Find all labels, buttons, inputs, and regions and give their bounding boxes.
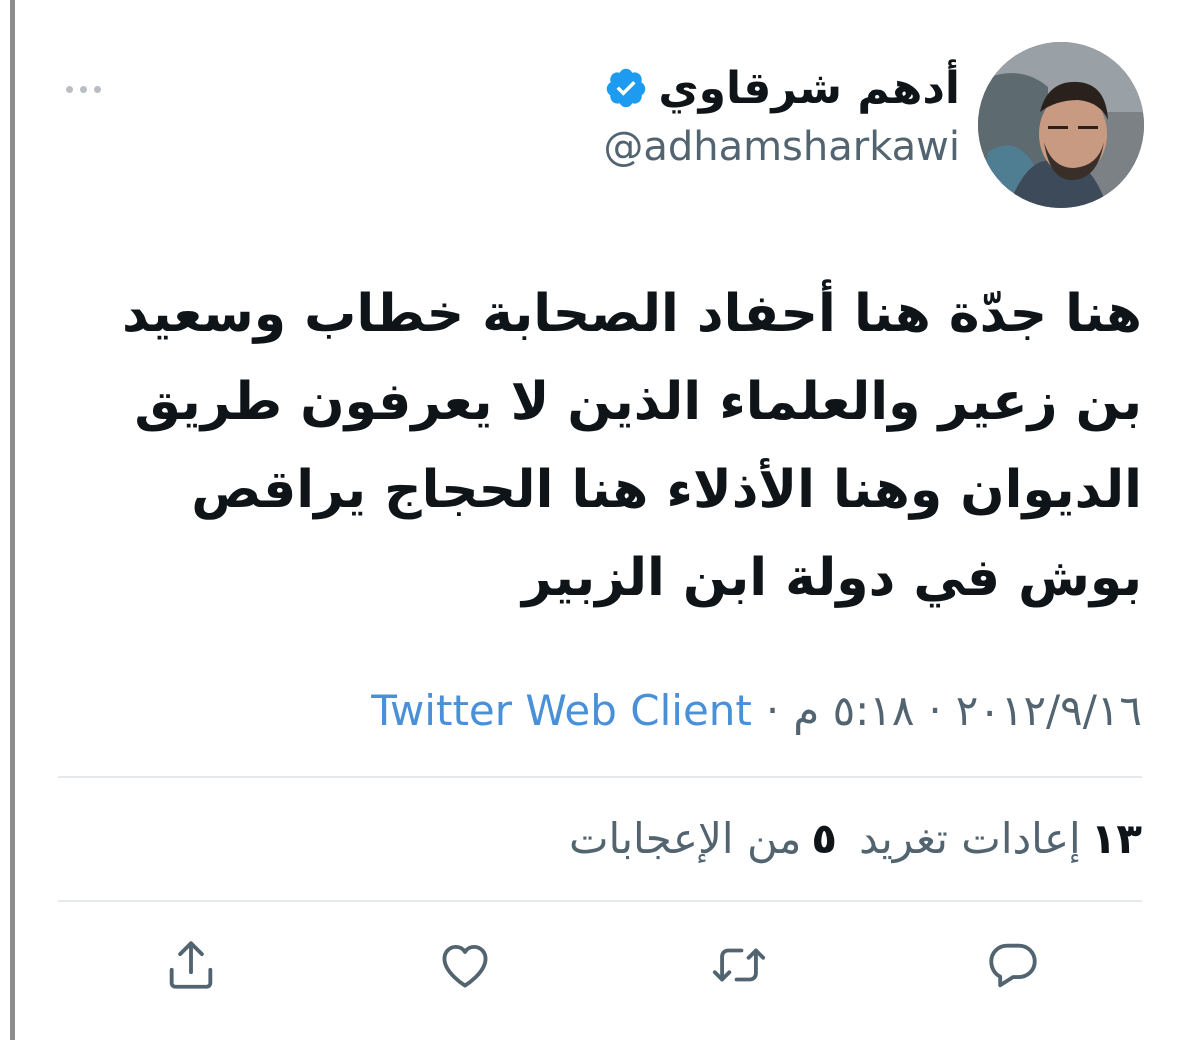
retweet-button[interactable]	[704, 930, 774, 1000]
reply-icon	[989, 943, 1037, 988]
tweet-meta: ٢٠١٢/٩/١٦ · ٥:١٨ م · Twitter Web Client	[371, 680, 1142, 740]
tweet-text-line: بوش في دولة ابن الزبير	[522, 548, 1142, 608]
author-handle[interactable]: @adhamsharkawi	[603, 124, 960, 170]
retweets-stat[interactable]: ١٣ إعادات تغريد	[859, 814, 1142, 863]
divider	[58, 900, 1142, 902]
tweet-text-line: هنا جدّة هنا أحفاد الصحابة خطاب وسعيد	[121, 284, 1142, 344]
tweet-text: هنا جدّة هنا أحفاد الصحابة خطاب وسعيد بن…	[40, 270, 1142, 622]
likes-stat[interactable]: ٥ من الإعجابات	[569, 814, 837, 863]
tweet-actions	[0, 930, 1200, 1000]
divider	[58, 776, 1142, 778]
retweets-label: إعادات تغريد	[859, 813, 1081, 863]
author-name-row: أدهم شرقاوي	[604, 56, 960, 120]
verified-badge-icon	[607, 68, 646, 108]
tweet-text-line: بن زعير والعلماء الذين لا يعرفون طريق	[134, 372, 1142, 432]
tweet-text-line: الديوان وهنا الأذلاء هنا الحجاج يراقص	[191, 460, 1142, 520]
tweet-time[interactable]: ٥:١٨ م	[793, 686, 914, 735]
like-button[interactable]	[430, 930, 500, 1000]
meta-separator: ·	[928, 685, 942, 735]
retweet-icon	[712, 948, 766, 982]
tweet-source-link[interactable]: Twitter Web Client	[371, 686, 752, 735]
more-dots-icon	[65, 85, 73, 93]
left-edge-rule	[10, 0, 15, 1040]
more-dots-icon	[79, 85, 87, 93]
likes-label: من الإعجابات	[568, 813, 802, 863]
share-icon	[169, 941, 213, 989]
meta-separator: ·	[765, 685, 780, 735]
reply-button[interactable]	[978, 930, 1048, 1000]
share-button[interactable]	[156, 930, 226, 1000]
heart-icon	[442, 944, 488, 988]
likes-count: ٥	[811, 813, 838, 863]
tweet-date[interactable]: ٢٠١٢/٩/١٦	[956, 686, 1142, 735]
more-options-button[interactable]	[58, 74, 108, 104]
tweet-stats: ١٣ إعادات تغريد ٥ من الإعجابات	[569, 806, 1142, 870]
retweets-count: ١٣	[1090, 813, 1142, 863]
profile-photo	[978, 42, 1144, 208]
author-display-name[interactable]: أدهم شرقاوي	[658, 63, 960, 114]
avatar[interactable]	[978, 42, 1144, 208]
more-dots-icon	[93, 85, 101, 93]
